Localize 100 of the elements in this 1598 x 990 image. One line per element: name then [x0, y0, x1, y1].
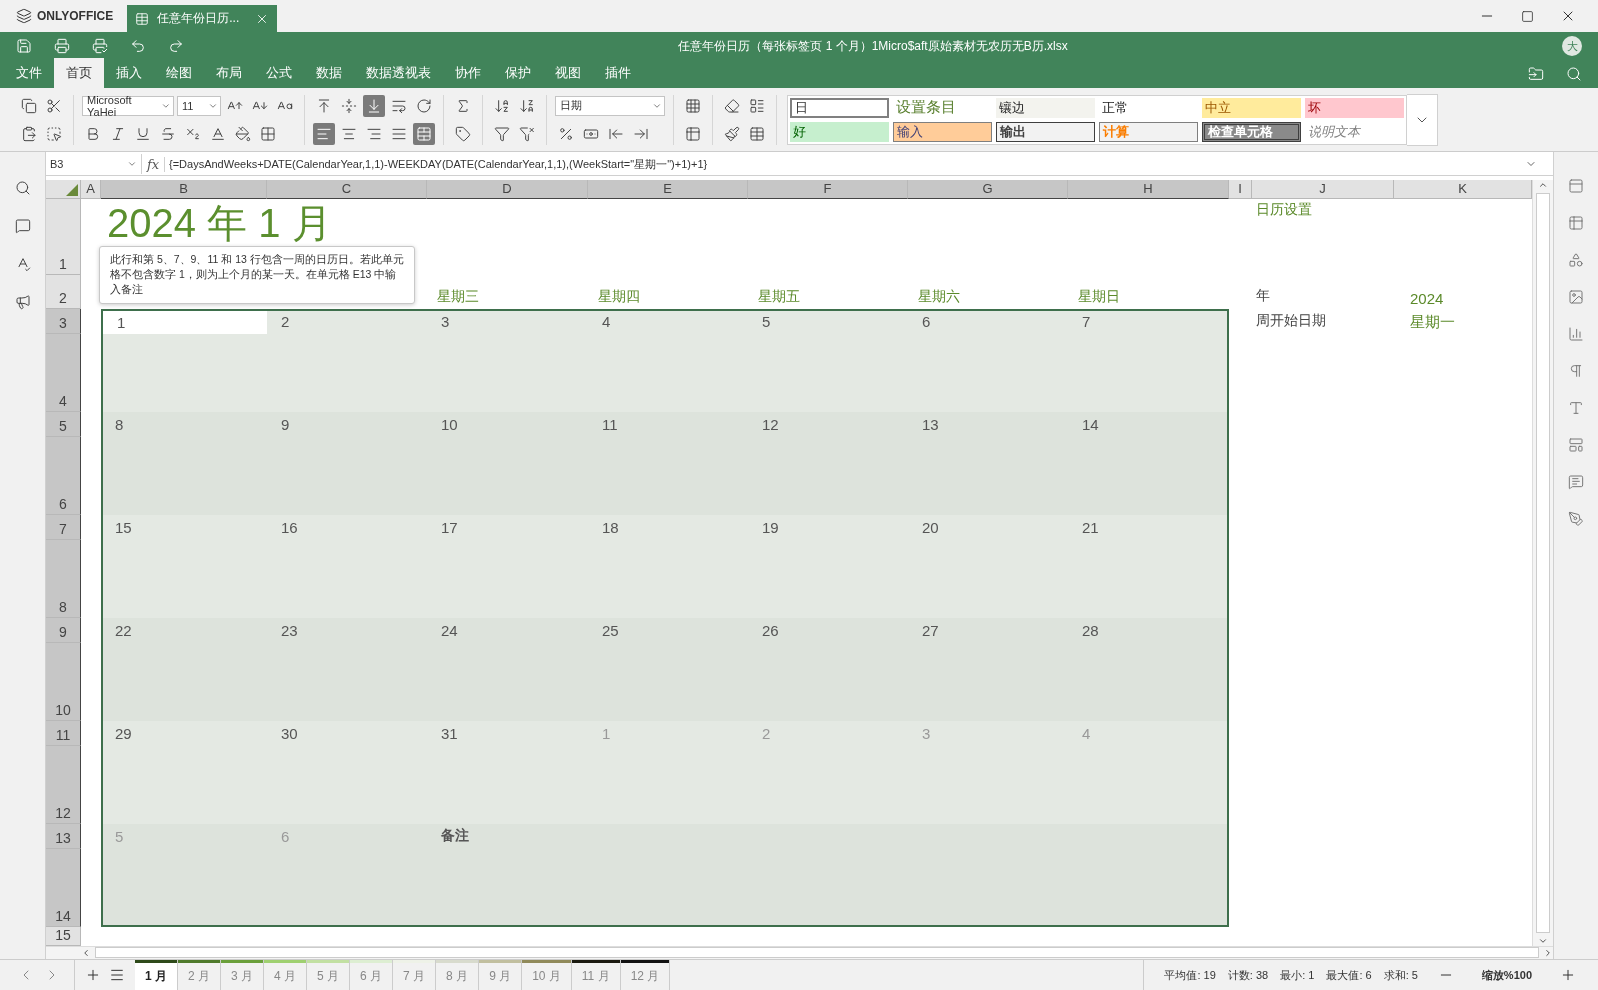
menu-tab[interactable]: 插件 [593, 58, 643, 88]
signature-icon[interactable] [1568, 511, 1584, 527]
menu-tab[interactable]: 协作 [443, 58, 493, 88]
paragraph-icon[interactable] [1568, 363, 1584, 379]
column-header[interactable]: G [908, 179, 1068, 199]
document-tab[interactable]: 任意年份日历... [127, 5, 278, 32]
chart-icon[interactable] [1568, 326, 1584, 342]
add-sheet-icon[interactable] [85, 967, 101, 983]
column-header[interactable]: K [1394, 179, 1532, 199]
day-cell[interactable]: 25 [588, 617, 748, 643]
sheet-tab[interactable]: 3 月 [221, 960, 265, 990]
row-header[interactable]: 10 [46, 642, 81, 721]
menu-tab[interactable]: 保护 [493, 58, 543, 88]
sheet-tab[interactable]: 11 月 [571, 960, 621, 990]
day-cell[interactable]: 9 [267, 411, 427, 437]
undo-icon[interactable] [130, 38, 146, 54]
row-header[interactable]: 7 [46, 514, 81, 540]
menu-tab[interactable]: 数据透视表 [354, 58, 443, 88]
day-cell[interactable]: 24 [427, 617, 588, 643]
row-header[interactable]: 14 [46, 848, 81, 927]
day-cell[interactable]: 6 [908, 308, 1068, 334]
text-art-icon[interactable] [1568, 400, 1584, 416]
day-cell[interactable]: 27 [908, 617, 1068, 643]
day-cell[interactable]: 14 [1068, 411, 1229, 437]
column-header[interactable]: H [1068, 179, 1229, 199]
table-icon[interactable] [1568, 215, 1584, 231]
megaphone-icon[interactable] [14, 294, 31, 310]
select-all-corner[interactable] [46, 179, 81, 199]
cell-style[interactable]: 输入 [893, 121, 992, 142]
open-folder-icon[interactable] [1528, 66, 1544, 82]
row-header[interactable]: 12 [46, 745, 81, 824]
cell-style[interactable]: 好 [790, 121, 889, 142]
day-cell[interactable]: 15 [101, 514, 267, 540]
zoom-level[interactable]: 缩放%100 [1481, 967, 1532, 983]
font-size-select[interactable]: 11 [177, 95, 221, 116]
shapes-icon[interactable] [1568, 252, 1584, 268]
day-cell[interactable]: 16 [267, 514, 427, 540]
sheet-tab[interactable]: 5 月 [307, 960, 351, 990]
menu-tab[interactable]: 布局 [204, 58, 254, 88]
menu-tab[interactable]: 视图 [543, 58, 593, 88]
function-label[interactable]: fx [142, 156, 165, 172]
maximize-icon[interactable] [1521, 9, 1534, 23]
sheet-tab[interactable]: 7 月 [393, 960, 437, 990]
column-header[interactable]: F [748, 179, 908, 199]
row-header[interactable]: 5 [46, 411, 81, 437]
menu-tab[interactable]: 公式 [254, 58, 304, 88]
scroll-left-icon[interactable] [81, 947, 91, 958]
row-header[interactable]: 4 [46, 333, 81, 412]
name-box[interactable]: B3 [46, 154, 142, 175]
row-header[interactable]: 9 [46, 617, 81, 643]
user-avatar[interactable]: 大 [1562, 36, 1582, 56]
cell-style[interactable]: 镶边 [996, 97, 1095, 118]
day-cell[interactable]: 31 [427, 720, 588, 746]
menu-tab[interactable]: 绘图 [154, 58, 204, 88]
day-cell[interactable]: 20 [908, 514, 1068, 540]
day-cell[interactable]: 29 [101, 720, 267, 746]
cell-style[interactable]: 检查单元格 [1202, 121, 1301, 142]
save-icon[interactable] [16, 38, 32, 54]
print-icon[interactable] [54, 38, 70, 54]
cell-settings-icon[interactable] [1568, 178, 1584, 194]
menu-tab[interactable]: 文件 [4, 58, 54, 88]
day-cell[interactable]: 23 [267, 617, 427, 643]
cell-style[interactable]: 正常 [1099, 97, 1198, 118]
day-cell[interactable]: 8 [101, 411, 267, 437]
cell-style[interactable]: 说明文本 [1305, 121, 1404, 142]
day-cell[interactable]: 19 [748, 514, 908, 540]
column-header[interactable]: A [81, 179, 101, 199]
sheet-tab[interactable]: 1 月 [135, 960, 178, 990]
font-select[interactable]: Microsoft YaHei [82, 95, 174, 116]
cell-style[interactable]: 日 [790, 97, 889, 118]
comment-icon[interactable] [14, 218, 31, 234]
menu-tab[interactable]: 插入 [104, 58, 154, 88]
sheet-tab[interactable]: 9 月 [479, 960, 523, 990]
day-cell[interactable]: 3 [427, 308, 588, 334]
column-header[interactable]: C [267, 179, 427, 199]
column-header[interactable]: B [101, 179, 267, 199]
day-cell[interactable]: 12 [748, 411, 908, 437]
sheet-tab[interactable]: 12 月 [620, 960, 671, 990]
day-cell[interactable]: 11 [588, 411, 748, 437]
image-icon[interactable] [1568, 289, 1584, 305]
day-cell[interactable]: 22 [101, 617, 267, 643]
scroll-right-icon[interactable] [1543, 947, 1553, 958]
formula-field[interactable]: {=DaysAndWeeks+DATE(CalendarYear,1,1)-WEEKDAY(DATE(CalendarYear,1,1),(WeekStart="星期一")+1)+1} [165, 156, 1525, 172]
day-cell[interactable]: 4 [588, 308, 748, 334]
day-cell[interactable]: 5 [748, 308, 908, 334]
day-cell[interactable]: 13 [908, 411, 1068, 437]
column-header[interactable]: I [1229, 179, 1252, 199]
sheet-tab[interactable]: 8 月 [436, 960, 480, 990]
sheet-tab[interactable]: 10 月 [522, 960, 572, 990]
redo-icon[interactable] [168, 38, 184, 54]
day-cell[interactable]: 28 [1068, 617, 1229, 643]
sheet-tab[interactable]: 2 月 [178, 960, 222, 990]
day-cell[interactable]: 18 [588, 514, 748, 540]
zoom-in-icon[interactable] [1560, 967, 1576, 983]
row-header[interactable]: 6 [46, 436, 81, 515]
day-cell[interactable]: 30 [267, 720, 427, 746]
column-header[interactable]: J [1252, 179, 1394, 199]
day-cell[interactable]: 1 [103, 310, 267, 334]
row-header[interactable]: 2 [46, 274, 81, 309]
day-cell[interactable]: 10 [427, 411, 588, 437]
